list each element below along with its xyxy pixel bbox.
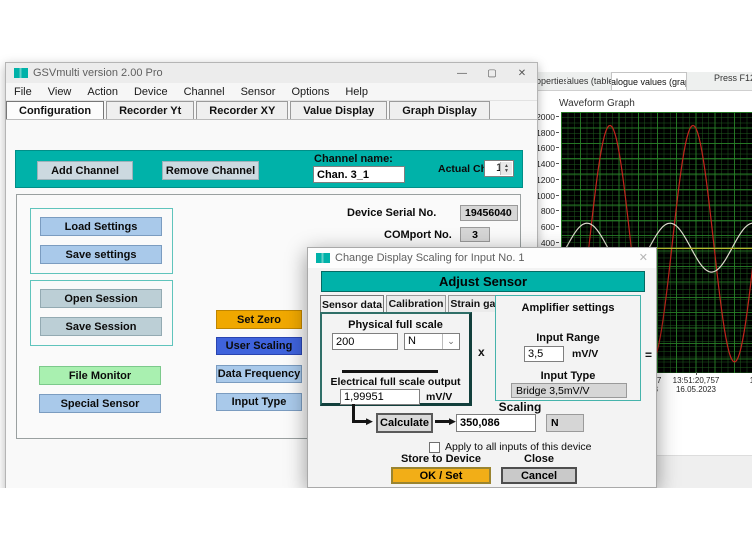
menu-device[interactable]: Device <box>126 86 176 98</box>
input-type-label: Input Type <box>496 370 640 382</box>
waveform-graph-title: Waveform Graph <box>559 98 635 109</box>
amplifier-settings-panel: Amplifier settings Input Range mV/V Inpu… <box>495 295 641 401</box>
x-tick-label: 1 <box>715 376 752 385</box>
menu-file[interactable]: File <box>6 86 40 98</box>
window-title: GSVmulti version 2.00 Pro <box>33 67 163 79</box>
input-range-unit: mV/V <box>572 348 598 360</box>
minimize-icon[interactable]: — <box>447 63 477 83</box>
menu-action[interactable]: Action <box>79 86 126 98</box>
menu-help[interactable]: Help <box>337 86 376 98</box>
dialog-title: Change Display Scaling for Input No. 1 <box>335 252 525 264</box>
comport-label: COMport No. <box>384 229 452 241</box>
input-range-label: Input Range <box>496 332 640 344</box>
close-icon[interactable]: ✕ <box>507 63 537 83</box>
tab-analogue-values-graph[interactable]: Analogue values (graph) <box>611 72 687 90</box>
function-key-hint: Press F12 or F1 <box>714 73 752 83</box>
dialog-logo-icon <box>316 253 330 263</box>
input-range-input[interactable] <box>524 346 564 362</box>
file-monitor-button[interactable]: File Monitor <box>39 366 161 385</box>
dialog-title-bar[interactable]: Change Display Scaling for Input No. 1 ✕ <box>308 248 656 268</box>
settings-group: Load Settings Save settings <box>30 208 173 274</box>
channel-band: Add Channel Remove Channel Channel name:… <box>15 150 523 188</box>
tab-recorder-yt[interactable]: Recorder Yt <box>106 101 194 119</box>
electrical-full-scale-input[interactable] <box>340 389 420 405</box>
flow-arrow-horizontal <box>352 420 367 423</box>
special-sensor-button[interactable]: Special Sensor <box>39 394 161 413</box>
save-session-button[interactable]: Save Session <box>40 317 162 336</box>
tab-value-display[interactable]: Value Display <box>290 101 387 119</box>
scaling-unit: N <box>546 414 584 432</box>
channel-name-label: Channel name: <box>314 153 393 165</box>
channel-name-input[interactable] <box>313 166 405 183</box>
tab-configuration[interactable]: Configuration <box>6 101 104 119</box>
chevron-down-icon[interactable]: ⌄ <box>442 334 459 349</box>
menu-view[interactable]: View <box>40 86 80 98</box>
calc-underline <box>342 370 438 373</box>
cancel-button[interactable]: Cancel <box>501 467 577 484</box>
scaling-label: Scaling <box>456 400 584 414</box>
graph-tab-bar: Properties Values (table) Analogue value… <box>529 72 752 91</box>
tab-sensor-data[interactable]: Sensor data <box>320 295 384 313</box>
adjust-sensor-banner: Adjust Sensor <box>321 271 645 292</box>
app-logo-icon <box>14 68 28 78</box>
menu-options[interactable]: Options <box>283 86 337 98</box>
multiply-sign: x <box>478 345 485 359</box>
user-scaling-button[interactable]: User Scaling <box>216 337 302 355</box>
tab-graph-display[interactable]: Graph Display <box>389 101 490 119</box>
add-channel-button[interactable]: Add Channel <box>37 161 133 180</box>
scaling-input[interactable] <box>456 414 536 432</box>
flow-arrowhead2-icon: ▶ <box>449 417 456 426</box>
electrical-full-scale-label: Electrical full scale output <box>322 376 469 388</box>
screenshot-bottom-mask <box>0 488 752 550</box>
close-label: Close <box>501 453 577 465</box>
physical-unit-dropdown[interactable]: N ⌄ <box>404 333 460 350</box>
physical-full-scale-label: Physical full scale <box>322 319 469 331</box>
main-tab-strip: Configuration Recorder Yt Recorder XY Va… <box>6 101 537 119</box>
tab-recorder-xy[interactable]: Recorder XY <box>196 101 288 119</box>
comport-value: 3 <box>460 227 490 242</box>
remove-channel-button[interactable]: Remove Channel <box>162 161 259 180</box>
menu-bar: File View Action Device Channel Sensor O… <box>6 83 537 101</box>
scaling-dialog: Change Display Scaling for Input No. 1 ✕… <box>307 247 657 488</box>
flow-arrow2-horizontal <box>435 420 450 423</box>
save-settings-button[interactable]: Save settings <box>40 245 162 264</box>
input-type-value: Bridge 3,5mV/V <box>511 383 627 398</box>
tab-calibration[interactable]: Calibration <box>386 295 446 312</box>
electrical-unit-label: mV/V <box>426 391 452 403</box>
store-to-device-label: Store to Device <box>391 453 491 465</box>
input-type-button[interactable]: Input Type <box>216 393 302 411</box>
tab-values-table[interactable]: Values (table) <box>567 73 611 89</box>
device-serial-label: Device Serial No. <box>347 207 436 219</box>
screenshot-root: Properties Values (table) Analogue value… <box>0 0 752 550</box>
actual-channel-stepper[interactable]: 1 ▲▼ <box>484 160 514 177</box>
menu-sensor[interactable]: Sensor <box>233 86 284 98</box>
open-session-button[interactable]: Open Session <box>40 289 162 308</box>
session-group: Open Session Save Session <box>30 280 173 346</box>
amplifier-settings-title: Amplifier settings <box>496 302 640 314</box>
apply-all-label: Apply to all inputs of this device <box>445 441 592 453</box>
dialog-close-icon[interactable]: ✕ <box>639 251 648 264</box>
apply-all-checkbox[interactable] <box>429 442 440 453</box>
data-frequency-button[interactable]: Data Frequency <box>216 365 302 383</box>
equals-sign: = <box>645 348 652 362</box>
ok-set-button[interactable]: OK / Set <box>391 467 491 484</box>
flow-arrowhead-icon: ▶ <box>366 417 373 426</box>
maximize-icon[interactable]: ▢ <box>477 63 507 83</box>
spinner-arrows-icon[interactable]: ▲▼ <box>500 162 512 175</box>
load-settings-button[interactable]: Load Settings <box>40 217 162 236</box>
title-bar[interactable]: GSVmulti version 2.00 Pro — ▢ ✕ <box>6 63 537 83</box>
physical-full-scale-input[interactable] <box>332 333 398 350</box>
device-serial-value: 19456040 <box>460 205 518 221</box>
calculate-button[interactable]: Calculate <box>376 413 433 433</box>
sensor-data-panel: Physical full scale N ⌄ Electrical full … <box>320 312 472 406</box>
physical-unit-value: N <box>408 335 416 347</box>
menu-channel[interactable]: Channel <box>176 86 233 98</box>
set-zero-button[interactable]: Set Zero <box>216 310 302 329</box>
